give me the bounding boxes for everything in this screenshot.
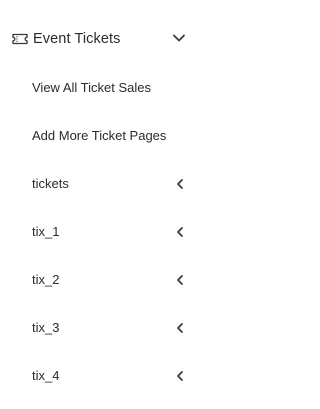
menu-item-label: tix_2 bbox=[32, 272, 60, 287]
menu-item-tix-2[interactable]: tix_2 bbox=[0, 265, 215, 295]
menu-item-label: tix_1 bbox=[32, 224, 60, 239]
event-tickets-header[interactable]: Event Tickets bbox=[0, 24, 215, 54]
chevron-left-icon[interactable] bbox=[175, 274, 185, 286]
event-tickets-menu: Event Tickets View All Ticket Sales Add … bbox=[0, 0, 215, 409]
chevron-left-icon[interactable] bbox=[175, 322, 185, 334]
chevron-left-icon[interactable] bbox=[175, 226, 185, 238]
menu-item-label: tickets bbox=[32, 176, 69, 191]
menu-item-tix-4[interactable]: tix_4 bbox=[0, 361, 215, 391]
event-tickets-label: Event Tickets bbox=[33, 31, 121, 47]
menu-item-label: tix_4 bbox=[32, 368, 60, 383]
menu-item-label: Add More Ticket Pages bbox=[32, 128, 167, 143]
menu-item-tickets[interactable]: tickets bbox=[0, 169, 215, 199]
menu-item-view-all-ticket-sales[interactable]: View All Ticket Sales bbox=[0, 73, 215, 103]
menu-item-label: tix_3 bbox=[32, 320, 60, 335]
menu-item-tix-3[interactable]: tix_3 bbox=[0, 313, 215, 343]
chevron-down-icon[interactable] bbox=[172, 33, 186, 43]
menu-item-add-more-ticket-pages[interactable]: Add More Ticket Pages bbox=[0, 121, 215, 151]
menu-item-tix-1[interactable]: tix_1 bbox=[0, 217, 215, 247]
ticket-icon bbox=[11, 32, 29, 46]
chevron-left-icon[interactable] bbox=[175, 178, 185, 190]
menu-item-label: View All Ticket Sales bbox=[32, 80, 151, 95]
chevron-left-icon[interactable] bbox=[175, 370, 185, 382]
